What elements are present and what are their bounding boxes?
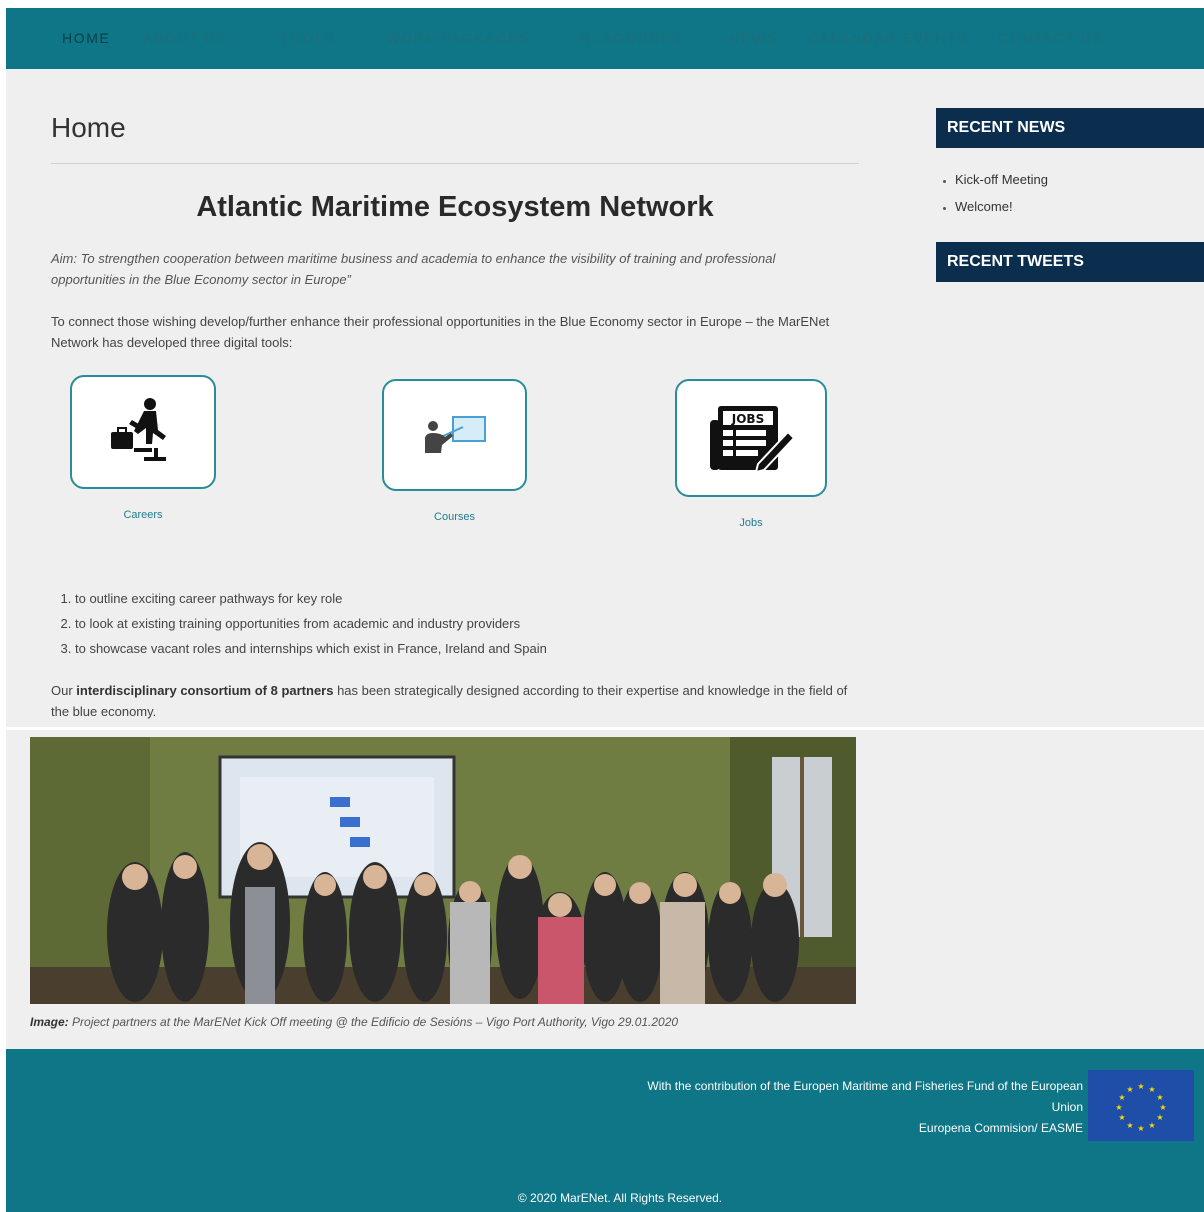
- funding-line-3: Europena Commision/ EASME: [918, 1121, 1083, 1135]
- list-item: to showcase vacant roles and internships…: [75, 636, 547, 661]
- nav-home[interactable]: HOME: [62, 30, 110, 46]
- chevron-down-icon: ⌄: [687, 35, 698, 46]
- jobs-label[interactable]: Jobs: [675, 517, 827, 529]
- news-item-welcome[interactable]: Welcome!: [955, 193, 1048, 220]
- careers-stairs-icon: [111, 398, 166, 461]
- list-item: to outline exciting career pathways for …: [75, 586, 547, 611]
- funding-acknowledgement: With the contribution of the Europen Mar…: [647, 1076, 1083, 1139]
- eu-stars-icon: ★ ★ ★ ★ ★ ★ ★ ★ ★ ★ ★ ★: [1088, 1070, 1194, 1141]
- nav-contact-us-label: CONTACT US: [998, 30, 1104, 46]
- recent-news-heading: RECENT NEWS: [936, 108, 1204, 148]
- svg-text:★: ★: [1137, 1124, 1144, 1133]
- chevron-down-icon: ⌄: [339, 35, 350, 46]
- nav-home-label: HOME: [62, 30, 111, 46]
- caption-label: Image:: [30, 1015, 69, 1029]
- news-item-kickoff[interactable]: Kick-off Meeting: [955, 166, 1048, 193]
- svg-text:★: ★: [1148, 1121, 1155, 1130]
- group-photo-image: [30, 737, 856, 1004]
- chevron-down-icon: ⌄: [1107, 35, 1118, 46]
- svg-text:★: ★: [1115, 1103, 1122, 1112]
- section-divider: [6, 727, 1204, 730]
- funding-line-2: Union: [1051, 1100, 1083, 1114]
- photo-caption: Image: Project partners at the MarENet K…: [30, 1015, 870, 1029]
- nav-about-us-label: ABOUT US: [143, 30, 228, 46]
- svg-text:★: ★: [1118, 1093, 1125, 1102]
- caption-text: Project partners at the MarENet Kick Off…: [68, 1015, 679, 1029]
- nav-news[interactable]: NEWS: [729, 30, 777, 46]
- funding-line-1: With the contribution of the Europen Mar…: [647, 1079, 1083, 1093]
- recent-news-list: Kick-off Meeting Welcome!: [936, 166, 1048, 220]
- svg-text:★: ★: [1156, 1113, 1163, 1122]
- svg-text:★: ★: [1118, 1113, 1125, 1122]
- svg-text:★: ★: [1137, 1082, 1144, 1091]
- svg-text:★: ★: [1126, 1121, 1133, 1130]
- tool-purpose-list: to outline exciting career pathways for …: [51, 586, 547, 661]
- nav-about-us[interactable]: ABOUT US ⌄: [143, 30, 241, 46]
- recent-tweets-heading: RECENT TWEETS: [936, 242, 1204, 282]
- nav-tools[interactable]: TOOLS ⌄: [280, 30, 349, 46]
- nav-resources[interactable]: RESOURCES ⌄: [580, 30, 697, 46]
- tool-courses[interactable]: Courses: [382, 379, 527, 523]
- svg-text:★: ★: [1159, 1103, 1166, 1112]
- jobs-icon-text: JOBS: [731, 412, 764, 426]
- page-title: Home: [51, 112, 126, 143]
- consortium-prefix: Our: [51, 683, 77, 698]
- tool-careers[interactable]: Careers: [70, 375, 216, 521]
- svg-text:★: ★: [1156, 1093, 1163, 1102]
- courses-label[interactable]: Courses: [382, 511, 527, 523]
- list-item: to look at existing training opportuniti…: [75, 611, 547, 636]
- jobs-tile[interactable]: JOBS: [675, 379, 827, 497]
- nav-tools-label: TOOLS: [280, 30, 336, 46]
- tool-jobs[interactable]: JOBS Jobs: [675, 379, 827, 529]
- copyright-notice: © 2020 MarENet. All Rights Reserved.: [517, 1191, 723, 1205]
- nav-calendar-events[interactable]: CALENDAR EVENTS: [808, 30, 968, 46]
- nav-work-packages[interactable]: WORK PACKAGES ⌄: [386, 30, 544, 46]
- nav-calendar-events-label: CALENDAR EVENTS: [808, 30, 969, 46]
- nav-work-packages-label: WORK PACKAGES: [386, 30, 531, 46]
- main-heading: Atlantic Maritime Ecosystem Network: [196, 191, 714, 223]
- footer: With the contribution of the Europen Mar…: [6, 1049, 1204, 1212]
- consortium-bold: interdisciplinary consortium of 8 partne…: [76, 683, 334, 698]
- page: HOME ABOUT US ⌄ TOOLS ⌄ WORK PACKAGES ⌄ RES…: [6, 8, 1204, 1212]
- nav-contact-us[interactable]: CONTACT US ⌄: [998, 30, 1118, 46]
- svg-text:★: ★: [1148, 1085, 1155, 1094]
- top-navigation: HOME ABOUT US ⌄ TOOLS ⌄ WORK PACKAGES ⌄ RES…: [6, 8, 1204, 69]
- consortium-paragraph: Our interdisciplinary consortium of 8 pa…: [51, 680, 863, 722]
- kickoff-meeting-photo: [30, 737, 856, 1004]
- careers-label[interactable]: Careers: [70, 509, 216, 521]
- eu-flag-icon: ★ ★ ★ ★ ★ ★ ★ ★ ★ ★ ★ ★: [1088, 1070, 1194, 1141]
- chevron-down-icon: ⌄: [231, 35, 242, 46]
- svg-text:★: ★: [1126, 1085, 1133, 1094]
- title-divider: [51, 163, 859, 164]
- chevron-down-icon: ⌄: [534, 35, 545, 46]
- courses-tile[interactable]: [382, 379, 527, 491]
- nav-resources-label: RESOURCES: [580, 30, 684, 46]
- jobs-newspaper-icon: JOBS: [710, 406, 796, 474]
- aim-statement: Aim: To strengthen cooperation between m…: [51, 251, 776, 287]
- nav-news-label: NEWS: [729, 30, 778, 46]
- careers-tile[interactable]: [70, 375, 216, 489]
- intro-paragraph: To connect those wishing develop/further…: [51, 314, 830, 350]
- courses-presentation-icon: [424, 416, 486, 453]
